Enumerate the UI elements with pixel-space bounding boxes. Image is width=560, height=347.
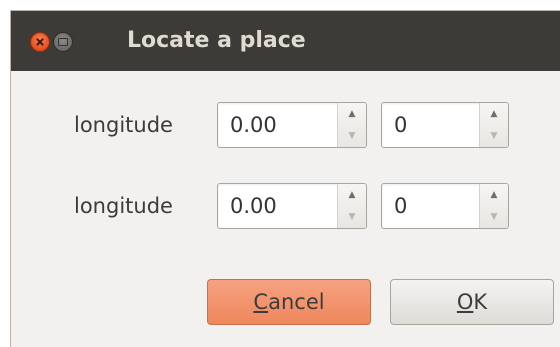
spin-up-icon[interactable]: ▲: [338, 103, 366, 125]
ok-label: K: [473, 290, 488, 314]
spin-up-icon[interactable]: ▲: [338, 184, 366, 206]
longitude-row-2: longitude 0.00 ▲ ▼ 0 ▲ ▼: [11, 183, 560, 231]
spin-down-icon[interactable]: ▼: [480, 206, 508, 228]
spin-buttons: ▲ ▼: [337, 184, 366, 228]
longitude-spinbox[interactable]: 0.00 ▲ ▼: [217, 102, 367, 148]
cancel-label: ancel: [268, 290, 325, 314]
spin-buttons: ▲ ▼: [479, 103, 508, 147]
cancel-mnemonic: C: [253, 290, 269, 314]
dialog-window: Locate a place longitude 0.00 ▲ ▼ 0 ▲ ▼ …: [10, 10, 560, 347]
spin-down-icon[interactable]: ▼: [480, 125, 508, 147]
longitude-spinbox[interactable]: 0.00 ▲ ▼: [217, 183, 367, 229]
spin-down-icon[interactable]: ▼: [338, 206, 366, 228]
longitude-secondary-spinbox[interactable]: 0 ▲ ▼: [381, 102, 509, 148]
longitude-secondary-value[interactable]: 0: [394, 110, 407, 140]
ok-button[interactable]: OK: [390, 279, 554, 325]
spin-down-icon[interactable]: ▼: [338, 125, 366, 147]
spin-up-icon[interactable]: ▲: [480, 184, 508, 206]
cancel-button[interactable]: Cancel: [207, 279, 371, 325]
spin-up-icon[interactable]: ▲: [480, 103, 508, 125]
close-icon[interactable]: [30, 32, 50, 52]
longitude-value[interactable]: 0.00: [230, 110, 277, 140]
longitude-value[interactable]: 0.00: [230, 191, 277, 221]
spin-buttons: ▲ ▼: [479, 184, 508, 228]
ok-mnemonic: O: [456, 290, 474, 314]
title-bar[interactable]: Locate a place: [11, 11, 560, 71]
longitude-secondary-spinbox[interactable]: 0 ▲ ▼: [381, 183, 509, 229]
longitude-label: longitude: [74, 113, 173, 137]
longitude-label: longitude: [74, 194, 173, 218]
spin-buttons: ▲ ▼: [337, 103, 366, 147]
longitude-row-1: longitude 0.00 ▲ ▼ 0 ▲ ▼: [11, 102, 560, 150]
longitude-secondary-value[interactable]: 0: [394, 191, 407, 221]
minimize-icon[interactable]: [53, 32, 73, 52]
window-title: Locate a place: [127, 28, 306, 53]
